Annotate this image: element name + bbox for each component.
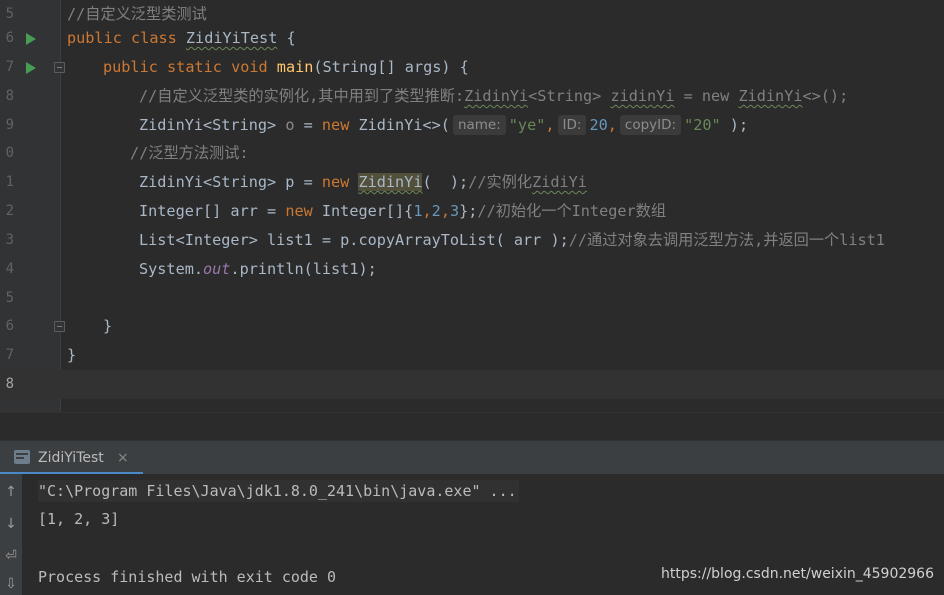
line-number: 8: [5, 88, 14, 104]
line-number: 7: [5, 59, 14, 75]
soft-wrap-icon[interactable]: ⏎: [0, 548, 22, 564]
current-code-line[interactable]: 8: [0, 370, 944, 399]
arrow-down-icon[interactable]: ↓: [0, 516, 22, 532]
line-number: 0: [5, 145, 14, 161]
code-line[interactable]: 6 }: [0, 312, 944, 341]
code-text: ZidinYi<String> o = new ZidinYi<>(name: "…: [139, 115, 749, 135]
line-number: 6: [5, 30, 14, 46]
parameter-hint: name:: [452, 115, 506, 135]
code-text: public class ZidiYiTest {: [67, 29, 296, 47]
code-line[interactable]: 1 ZidinYi<String> p = new ZidinYi( );//实…: [0, 168, 944, 197]
code-text: System.out.println(list1);: [139, 260, 377, 278]
close-icon[interactable]: ×: [117, 441, 129, 475]
parameter-hint: copyID:: [619, 115, 682, 135]
code-line[interactable]: 6 public class ZidiYiTest {: [0, 24, 944, 53]
console-exit-message: Process finished with exit code 0: [38, 568, 337, 586]
line-number: 5: [5, 290, 14, 306]
line-number: 8: [5, 376, 14, 392]
code-text: List<Integer> list1 = p.copyArrayToList(…: [139, 231, 885, 249]
console-toolbar: ↑ ↓ ⏎ ⇩: [0, 474, 22, 595]
fold-icon[interactable]: [54, 321, 65, 332]
arrow-up-icon[interactable]: ↑: [0, 484, 22, 500]
line-number: 3: [5, 232, 14, 248]
line-number: 7: [5, 347, 14, 363]
code-text: //泛型方法测试:: [130, 144, 249, 162]
code-line[interactable]: 0 //泛型方法测试:: [0, 139, 944, 168]
code-text: ZidinYi<String> p = new ZidinYi( );//实例化…: [139, 173, 587, 191]
run-console[interactable]: ↑ ↓ ⏎ ⇩ "C:\Program Files\Java\jdk1.8.0_…: [0, 474, 944, 595]
console-output: [1, 2, 3]: [38, 510, 120, 528]
panel-splitter[interactable]: [0, 412, 944, 441]
run-tab[interactable]: ZidiYiTest ×: [0, 441, 143, 475]
code-editor[interactable]: 5 //自定义泛型类测试 6 public class ZidiYiTest {…: [0, 0, 944, 412]
line-number: 6: [5, 318, 14, 334]
code-line[interactable]: 9 ZidinYi<String> o = new ZidinYi<>(name…: [0, 111, 944, 140]
watermark: https://blog.csdn.net/weixin_45902966: [660, 566, 934, 582]
code-line[interactable]: 7 public static void main(String[] args)…: [0, 53, 944, 82]
code-text: //自定义泛型类的实例化,其中用到了类型推断:ZidinYi<String> z…: [139, 87, 849, 105]
run-gutter-icon[interactable]: [26, 62, 36, 74]
line-number: 4: [5, 261, 14, 277]
code-line[interactable]: 3 List<Integer> list1 = p.copyArrayToLis…: [0, 226, 944, 255]
code-text: public static void main(String[] args) {: [103, 58, 469, 76]
code-line[interactable]: 2 Integer[] arr = new Integer[]{1,2,3};/…: [0, 197, 944, 226]
console-icon: [14, 450, 30, 464]
code-line[interactable]: 8 //自定义泛型类的实例化,其中用到了类型推断:ZidinYi<String>…: [0, 82, 944, 111]
fold-icon[interactable]: [54, 62, 65, 73]
run-gutter-icon[interactable]: [26, 33, 36, 45]
console-command-line: "C:\Program Files\Java\jdk1.8.0_241\bin\…: [38, 480, 519, 502]
code-text: Integer[] arr = new Integer[]{1,2,3};//初…: [139, 202, 667, 220]
line-number: 2: [5, 203, 14, 219]
code-line[interactable]: 4 System.out.println(list1);: [0, 255, 944, 284]
code-line[interactable]: 7 }: [0, 341, 944, 370]
code-text: }: [103, 317, 113, 335]
line-number: 1: [5, 174, 14, 190]
run-tab-bar: ZidiYiTest ×: [0, 440, 944, 475]
run-tab-label: ZidiYiTest: [38, 450, 104, 466]
code-line[interactable]: 5: [0, 284, 944, 313]
code-text: }: [67, 346, 77, 364]
line-number: 9: [5, 117, 14, 133]
scroll-to-end-icon[interactable]: ⇩: [0, 576, 22, 592]
parameter-hint: ID:: [557, 115, 587, 135]
